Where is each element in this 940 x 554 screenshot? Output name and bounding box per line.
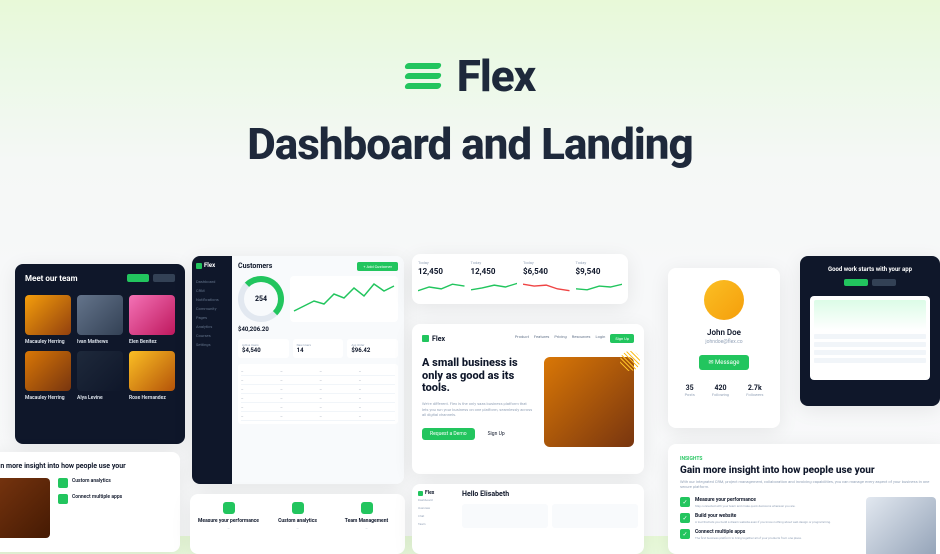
message-button[interactable]: ✉ Message <box>699 355 750 370</box>
insight-left-card: Gain more insight into how people use yo… <box>0 452 180 552</box>
stat-value: $4,540 <box>242 347 285 354</box>
sparkline <box>471 278 518 290</box>
sidebar-item-pages[interactable]: Pages <box>196 313 228 322</box>
metric-value: $6,540 <box>523 267 570 276</box>
metrics-row-card: Today12,450 Today12,450 Today$6,540 Toda… <box>412 254 628 304</box>
login-link[interactable]: Login <box>595 334 605 343</box>
avatar[interactable] <box>25 351 71 391</box>
sparkline <box>576 278 623 290</box>
person-name: Alya Levine <box>77 395 123 401</box>
primary-button[interactable] <box>844 279 868 286</box>
balance-box <box>552 504 638 528</box>
profile-card: John Doe johndoe@flex.co ✉ Message 35Pos… <box>668 268 780 428</box>
primary-button[interactable] <box>127 274 149 282</box>
sidebar-item[interactable]: Dashboard <box>418 496 456 504</box>
nav-product[interactable]: Product <box>515 334 529 343</box>
hero-image <box>544 357 634 447</box>
insight-image <box>0 478 50 538</box>
check-icon: ✓ <box>680 529 690 539</box>
overview-box <box>462 504 548 528</box>
sidebar-item-settings[interactable]: Settings <box>196 340 228 349</box>
secondary-button[interactable] <box>153 274 175 282</box>
sidebar-item[interactable]: Chat <box>418 512 456 520</box>
donut-chart: 254 <box>238 276 284 322</box>
sidebar-item-community[interactable]: Community <box>196 304 228 313</box>
avatar[interactable] <box>77 295 123 335</box>
person-name: Macauley Herring <box>25 339 71 345</box>
hero-description: We're different. Flex is the only saas b… <box>422 401 534 418</box>
team-card: Meet our team Macauley Herring Ivan Math… <box>15 264 185 444</box>
person-name: Ivan Mathews <box>77 339 123 345</box>
sidebar-logo: Flex <box>196 262 228 269</box>
check-icon: ✓ <box>680 513 690 523</box>
metric-value: $9,540 <box>576 267 623 276</box>
total-revenue: $40,206.20 <box>238 326 398 333</box>
section-tag: Insights <box>680 456 936 462</box>
logo: Flex <box>422 335 445 343</box>
sidebar-item-analytics[interactable]: Analytics <box>196 322 228 331</box>
profile-name: John Doe <box>676 328 772 337</box>
team-buttons <box>127 274 175 282</box>
profile-email: johndoe@flex.co <box>676 339 772 345</box>
avatar[interactable] <box>25 295 71 335</box>
signup-button[interactable]: Sign Up <box>610 334 634 343</box>
person-name: Macauley Herring <box>25 395 71 401</box>
avatar <box>704 280 744 320</box>
nav-resources[interactable]: Resources <box>572 334 591 343</box>
person-name: Elen Benitez <box>129 339 175 345</box>
chart-preview <box>814 300 926 330</box>
insight-right-card: Insights Gain more insight into how peop… <box>668 444 940 554</box>
sidebar-item[interactable]: Team <box>418 520 456 528</box>
sidebar-item-dashboard[interactable]: Dashboard <box>196 277 228 286</box>
secondary-button[interactable] <box>872 279 896 286</box>
brand-logo: Flex <box>405 50 535 102</box>
cta-title: Good work starts with your app <box>810 266 930 273</box>
greeting: Hello Elisabeth <box>462 490 638 498</box>
nav-features[interactable]: Features <box>534 334 549 343</box>
sidebar-item-crm[interactable]: CRM <box>196 286 228 295</box>
flex-logo-icon <box>196 263 202 269</box>
insight-image <box>866 497 936 554</box>
insight-title: Gain more insight into how people use yo… <box>680 465 936 476</box>
sparkline <box>523 278 570 290</box>
revenue-chart <box>290 276 398 322</box>
flex-logo-icon <box>405 58 441 94</box>
person-name: Rose Hernandez <box>129 395 175 401</box>
signup-link[interactable]: Sign Up <box>480 428 513 440</box>
customers-table: ———— ———— ———— ———— ———— ———— <box>238 364 398 424</box>
metric-value: 12,450 <box>471 267 518 276</box>
sidebar-item-courses[interactable]: Courses <box>196 331 228 340</box>
feature-trio-card: Measure your performance— Custom analyti… <box>190 494 405 554</box>
check-icon: ✓ <box>680 497 690 507</box>
check-icon <box>58 494 68 504</box>
small-business-hero-card: Flex Product Features Pricing Resources … <box>412 324 644 474</box>
hero-heading: A small business is only as good as its … <box>422 357 534 395</box>
sparkline <box>418 278 465 290</box>
insight-title: Gain more insight into how people use yo… <box>0 462 170 470</box>
avatar[interactable] <box>129 295 175 335</box>
app-preview <box>810 296 930 380</box>
stat-value: 14 <box>297 347 340 354</box>
add-customer-button[interactable]: + Add Customer <box>357 262 398 271</box>
flex-logo-icon <box>422 335 429 342</box>
sidebar-item[interactable]: Overview <box>418 504 456 512</box>
stat-value: $96.42 <box>351 347 394 354</box>
feature-icon <box>223 502 235 514</box>
metric-value: 12,450 <box>418 267 465 276</box>
feature-icon <box>292 502 304 514</box>
avatar[interactable] <box>77 351 123 391</box>
avatar[interactable] <box>129 351 175 391</box>
nav-pricing[interactable]: Pricing <box>554 334 566 343</box>
feature-icon <box>361 502 373 514</box>
check-icon <box>58 478 68 488</box>
dashboard2-card: Flex Dashboard Overview Chat Team Hello … <box>412 484 644 554</box>
flex-logo-icon <box>418 491 423 496</box>
insight-desc: With our integrated CRM, project managem… <box>680 479 936 489</box>
customers-dashboard-card: Flex Dashboard CRM Notifications Communi… <box>192 256 404 484</box>
request-demo-button[interactable]: Request a Demo <box>422 428 475 440</box>
brand-name: Flex <box>457 50 535 102</box>
sidebar-item-notifications[interactable]: Notifications <box>196 295 228 304</box>
page-subtitle: Dashboard and Landing <box>0 118 940 170</box>
dark-cta-card: Good work starts with your app <box>800 256 940 406</box>
